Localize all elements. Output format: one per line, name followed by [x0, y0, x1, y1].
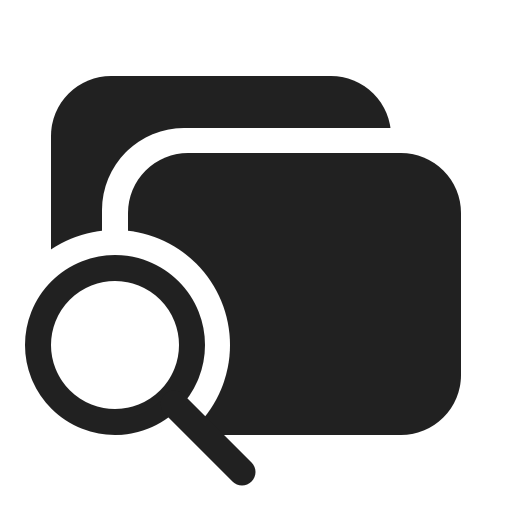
icon-canvas — [0, 0, 512, 512]
multiple-tabs-search-icon — [25, 76, 461, 486]
